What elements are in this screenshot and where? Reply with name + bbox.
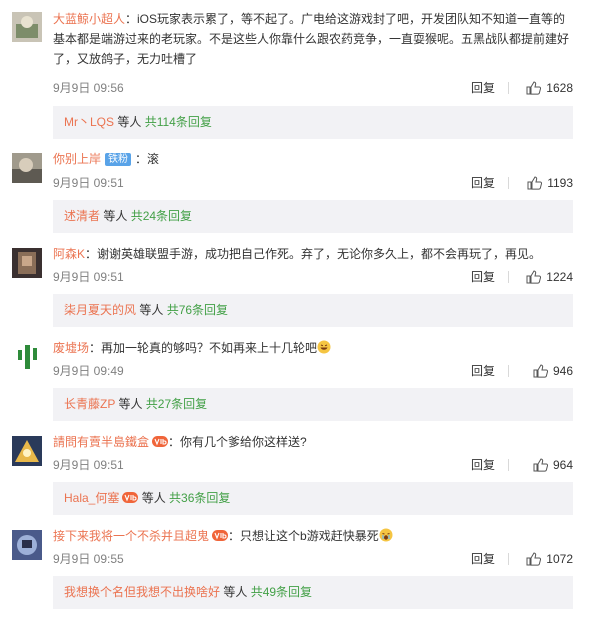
reply-button[interactable]: 回复 <box>471 173 495 193</box>
thumbs-up-icon <box>526 552 542 566</box>
divider <box>508 177 509 189</box>
comment-username[interactable]: 請問有賣半島鐵盒 <box>53 435 149 449</box>
thumbs-up-icon <box>526 81 542 95</box>
divider <box>508 553 509 565</box>
comment-text: ：iOS玩家表示累了，等不起了。广电给这游戏封了吧，开发团队知不知道一直等的 <box>125 12 566 26</box>
sub-replies-box[interactable]: 述清者 等人 共24条回复 <box>53 200 573 233</box>
like-count: 1072 <box>546 552 573 566</box>
sub-reply-count[interactable]: 共24条回复 <box>131 209 192 223</box>
divider <box>508 82 509 94</box>
crying-emoji-icon <box>379 528 393 542</box>
comment-meta: 9月9日 09:51 回复 1224 <box>53 267 573 287</box>
like-count: 1193 <box>547 176 573 190</box>
thumbs-up-icon <box>533 364 549 378</box>
sub-reply-text: 等人 <box>114 115 145 129</box>
comment-content: 大蓝鲸小超人：iOS玩家表示累了，等不起了。广电给这游戏封了吧，开发团队知不知道… <box>53 9 573 69</box>
comment-content: 你别上岸 铁粉 ：滚 <box>53 149 573 169</box>
avatar[interactable] <box>12 530 42 560</box>
vip-badge-icon <box>212 530 229 541</box>
thumbs-up-icon <box>527 176 543 190</box>
comment-username[interactable]: 废墟场 <box>53 341 89 355</box>
like-count: 964 <box>552 458 573 472</box>
sub-reply-count[interactable]: 共114条回复 <box>145 115 212 129</box>
comment-username[interactable]: 阿森K <box>53 247 85 261</box>
like-count: 1224 <box>546 270 573 284</box>
comment-meta: 9月9日 09:56 回复 1628 <box>53 78 573 98</box>
sub-reply-count[interactable]: 共49条回复 <box>251 585 312 599</box>
comment-username[interactable]: 接下来我将一个不杀并且超鬼 <box>53 529 209 543</box>
like-button[interactable]: 946 <box>533 361 573 381</box>
sub-reply-user[interactable]: Hala_何塞 <box>64 491 119 505</box>
comment-time: 9月9日 09:49 <box>53 364 124 378</box>
like-count: 946 <box>552 364 573 378</box>
like-count: 1628 <box>546 81 573 95</box>
comment-meta: 9月9日 09:55 回复 1072 <box>53 549 573 569</box>
reply-button[interactable]: 回复 <box>471 267 495 287</box>
comment-text: ：再加一轮真的够吗？不如再来上十几轮吧 <box>89 341 318 355</box>
comment-text: ：谢谢英雄联盟手游，成功把自己作死。弃了，无论你多久上，都不会再玩了，再见。 <box>85 247 542 261</box>
divider <box>508 459 509 471</box>
sub-reply-text: 等人 <box>138 491 170 505</box>
divider <box>508 271 509 283</box>
comment-text-line3: 了，又放鸽子，无力吐槽了 <box>53 52 198 66</box>
vip-badge-icon <box>152 436 169 447</box>
avatar[interactable] <box>12 248 42 278</box>
comment-text: ：只想让这个b游戏赶快暴死 <box>228 529 379 543</box>
sub-replies-box[interactable]: Hala_何塞 等人 共36条回复 <box>53 482 573 515</box>
sub-reply-user[interactable]: 长青藤ZP <box>64 397 115 411</box>
comment-content: 請問有賣半島鐵盒 ：你有几个爹给你这样送? <box>53 432 573 452</box>
comment-text-line2: 基本都是端游过来的老玩家。不是这些人你靠什么跟农药竞争，一直耍猴呢。五黑战队都提… <box>53 32 570 46</box>
comment-text: ：你有几个爹给你这样送? <box>168 435 307 449</box>
comment-time: 9月9日 09:56 <box>53 81 124 95</box>
like-button[interactable]: 1224 <box>526 267 573 287</box>
like-button[interactable]: 1193 <box>527 173 573 193</box>
comment-username[interactable]: 你别上岸 <box>53 152 101 166</box>
comment-username[interactable]: 大蓝鲸小超人 <box>53 12 125 26</box>
avatar[interactable] <box>12 342 42 372</box>
like-button[interactable]: 1628 <box>526 78 573 98</box>
comment-time: 9月9日 09:51 <box>53 270 124 284</box>
sub-reply-count[interactable]: 共27条回复 <box>146 397 207 411</box>
sub-reply-text: 等人 <box>100 209 131 223</box>
divider <box>508 365 509 377</box>
comment-meta: 9月9日 09:51 回复 964 <box>53 455 573 475</box>
sub-reply-count[interactable]: 共76条回复 <box>167 303 228 317</box>
avatar[interactable] <box>12 153 42 183</box>
sub-reply-count[interactable]: 共36条回复 <box>169 491 230 505</box>
sub-reply-user[interactable]: 柒月夏天的风 <box>64 303 136 317</box>
comment-time: 9月9日 09:51 <box>53 458 124 472</box>
thumbs-up-icon <box>526 270 542 284</box>
avatar[interactable] <box>12 12 42 42</box>
comment-content: 阿森K：谢谢英雄联盟手游，成功把自己作死。弃了，无论你多久上，都不会再玩了，再见… <box>53 244 573 264</box>
laughing-emoji-icon <box>317 340 331 354</box>
sub-reply-user[interactable]: Mr丶LQS <box>64 115 114 129</box>
comment-text: ：滚 <box>135 152 160 166</box>
sub-reply-user[interactable]: 述清者 <box>64 209 100 223</box>
comment-content: 接下来我将一个不杀并且超鬼 ：只想让这个b游戏赶快暴死 <box>53 526 573 546</box>
sub-replies-box[interactable]: 我想换个名但我想不出换啥好 等人 共49条回复 <box>53 576 573 609</box>
comment-meta: 9月9日 09:49 回复 946 <box>53 361 573 381</box>
sub-reply-text: 等人 <box>136 303 167 317</box>
comment-time: 9月9日 09:51 <box>53 176 124 190</box>
sub-reply-text: 等人 <box>115 397 146 411</box>
vip-badge-icon <box>122 492 139 503</box>
reply-button[interactable]: 回复 <box>471 361 495 381</box>
comment-meta: 9月9日 09:51 回复 1193 <box>53 173 573 193</box>
sub-reply-user[interactable]: 我想换个名但我想不出换啥好 <box>64 585 220 599</box>
like-button[interactable]: 1072 <box>526 549 573 569</box>
sub-replies-box[interactable]: Mr丶LQS 等人 共114条回复 <box>53 106 573 139</box>
reply-button[interactable]: 回复 <box>471 549 495 569</box>
reply-button[interactable]: 回复 <box>471 78 495 98</box>
like-button[interactable]: 964 <box>533 455 573 475</box>
sub-replies-box[interactable]: 柒月夏天的风 等人 共76条回复 <box>53 294 573 327</box>
sub-reply-text: 等人 <box>220 585 251 599</box>
comment-content: 废墟场：再加一轮真的够吗？不如再来上十几轮吧 <box>53 338 573 358</box>
comment-time: 9月9日 09:55 <box>53 552 124 566</box>
thumbs-up-icon <box>533 458 549 472</box>
fan-badge: 铁粉 <box>105 153 132 166</box>
avatar[interactable] <box>12 436 42 466</box>
reply-button[interactable]: 回复 <box>471 455 495 475</box>
sub-replies-box[interactable]: 长青藤ZP 等人 共27条回复 <box>53 388 573 421</box>
